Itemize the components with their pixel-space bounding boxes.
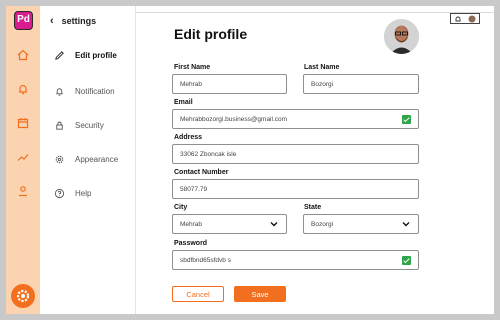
avatar-mini-icon[interactable] bbox=[468, 15, 476, 23]
home-icon[interactable] bbox=[16, 48, 30, 62]
nav-item-edit-profile[interactable]: Edit profile bbox=[54, 48, 117, 62]
password-input[interactable]: sbdfbnd65sfdvb s bbox=[172, 250, 419, 270]
email-label: Email bbox=[174, 99, 193, 106]
last-name-input[interactable]: Bozorgi bbox=[303, 74, 419, 94]
nav-item-appearance[interactable]: Appearance bbox=[54, 152, 118, 166]
nav-item-security[interactable]: Security bbox=[54, 118, 104, 132]
help-circle-icon bbox=[54, 188, 65, 198]
state-value: Bozorgi bbox=[311, 220, 334, 228]
profile-avatar[interactable] bbox=[384, 19, 419, 54]
nav-item-help[interactable]: Help bbox=[54, 186, 91, 200]
password-value: sbdfbnd65sfdvb s bbox=[180, 256, 231, 264]
first-name-input[interactable]: Mehrab bbox=[172, 74, 287, 94]
icon-rail: Pd bbox=[6, 6, 40, 314]
city-select[interactable]: Mehrab bbox=[172, 214, 287, 234]
nav-item-notification[interactable]: Notification bbox=[54, 84, 115, 98]
city-label: City bbox=[174, 204, 188, 211]
first-name-value: Mehrab bbox=[180, 80, 203, 88]
password-label: Password bbox=[174, 240, 208, 247]
settings-title: settings bbox=[61, 16, 97, 26]
calendar-icon[interactable] bbox=[16, 116, 30, 130]
pencil-icon bbox=[55, 50, 64, 60]
app-logo: Pd bbox=[14, 11, 33, 30]
app-window: Pd ‹ settings Edit profile Notification … bbox=[6, 6, 494, 314]
chart-line-icon[interactable] bbox=[16, 150, 30, 164]
first-name-label: First Name bbox=[174, 64, 211, 71]
contact-number-label: Contact Number bbox=[174, 169, 229, 176]
password-valid-check-icon bbox=[402, 255, 411, 265]
address-label: Address bbox=[174, 134, 203, 141]
nav-label-notification: Notification bbox=[75, 86, 115, 96]
topbar-divider bbox=[136, 12, 494, 13]
nav-label-edit-profile: Edit profile bbox=[75, 50, 117, 60]
user-icon[interactable] bbox=[16, 184, 30, 198]
topbar-mini-controls[interactable] bbox=[450, 13, 480, 24]
state-label: State bbox=[304, 204, 322, 211]
settings-gear-button[interactable] bbox=[11, 284, 35, 308]
lock-icon bbox=[56, 121, 63, 130]
email-verified-check-icon bbox=[402, 114, 411, 124]
email-input[interactable]: Mehrabbozorgi.business@gmail.com bbox=[172, 109, 419, 129]
save-button[interactable]: Save bbox=[234, 286, 286, 302]
profile-photo bbox=[384, 19, 419, 54]
contact-number-input[interactable]: 58077.79 bbox=[172, 179, 419, 199]
cancel-button[interactable]: Cancel bbox=[172, 286, 224, 302]
nav-label-security: Security bbox=[75, 120, 104, 130]
address-input[interactable]: 33062 Zboncak isle bbox=[172, 144, 419, 164]
page-title: Edit profile bbox=[174, 26, 248, 42]
email-value: Mehrabbozorgi.business@gmail.com bbox=[180, 115, 288, 123]
nav-label-appearance: Appearance bbox=[75, 154, 119, 164]
chevron-down-icon bbox=[402, 222, 410, 227]
nav-label-help: Help bbox=[75, 188, 92, 198]
last-name-label: Last Name bbox=[304, 64, 340, 71]
settings-header: ‹ settings bbox=[50, 14, 96, 28]
last-name-value: Bozorgi bbox=[311, 80, 334, 88]
bell-icon bbox=[56, 87, 63, 96]
gear-icon bbox=[16, 289, 30, 303]
bell-icon[interactable] bbox=[16, 82, 30, 96]
settings-panel: ‹ settings Edit profile Notification Sec… bbox=[40, 6, 136, 314]
gear-icon bbox=[55, 155, 64, 163]
contact-number-value: 58077.79 bbox=[180, 185, 208, 193]
chevron-down-icon bbox=[270, 222, 278, 227]
back-chevron-icon[interactable]: ‹ bbox=[50, 15, 54, 27]
state-select[interactable]: Bozorgi bbox=[303, 214, 419, 234]
address-value: 33062 Zboncak isle bbox=[180, 150, 237, 158]
city-value: Mehrab bbox=[180, 220, 203, 228]
bell-icon[interactable] bbox=[454, 15, 462, 23]
